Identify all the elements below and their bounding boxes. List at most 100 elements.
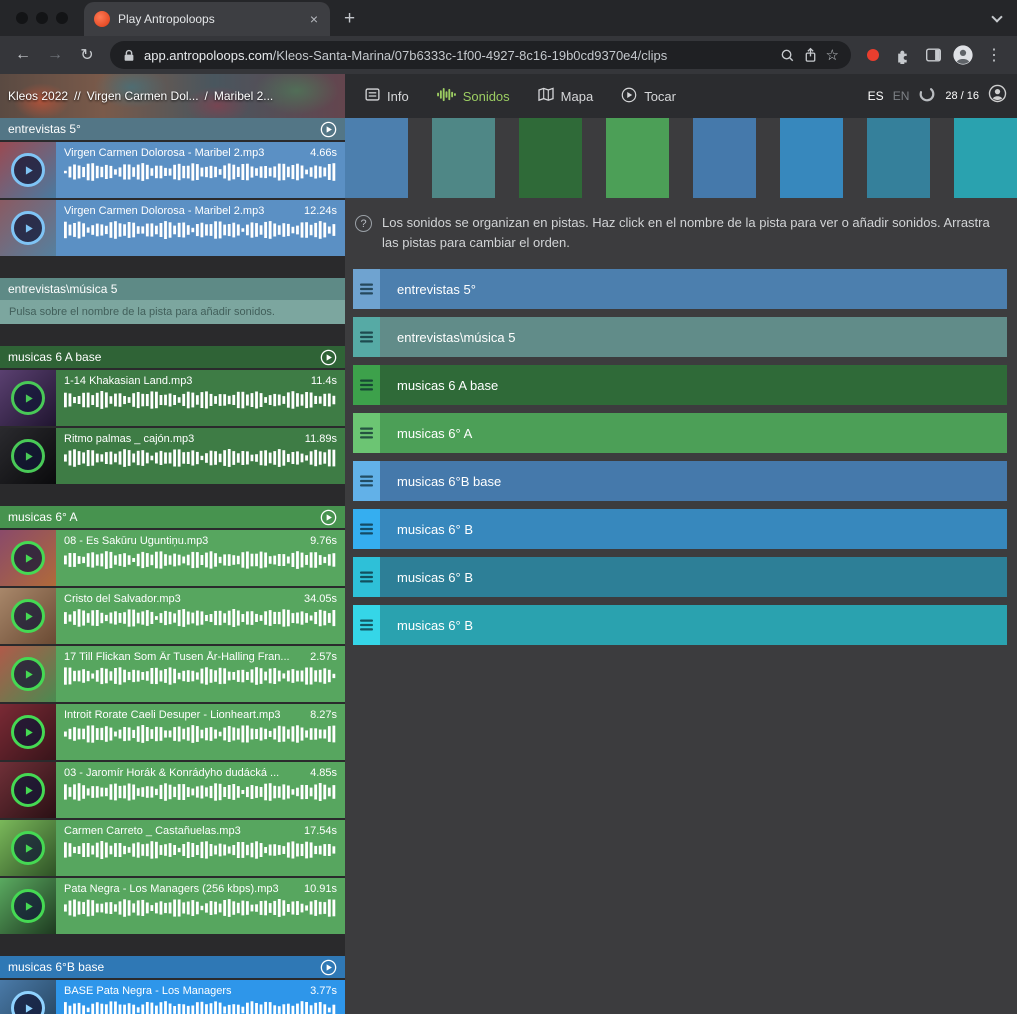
clip-row[interactable]: 1-14 Khakasian Land.mp311.4s: [0, 370, 345, 426]
track-row[interactable]: musicas 6° A: [353, 413, 1007, 453]
app-body: entrevistas 5° Virgen Carmen Dolorosa - M…: [0, 118, 1017, 1014]
address-bar[interactable]: app.antropoloops.com/Kleos-Santa-Marina/…: [110, 41, 851, 69]
clip-row[interactable]: BASE Pata Negra - Los Managers3.77s: [0, 980, 345, 1014]
track-row[interactable]: musicas 6° B: [353, 605, 1007, 645]
tab-search-chevron-icon[interactable]: [993, 16, 1001, 21]
track-section-header[interactable]: musicas 6°B base: [0, 956, 345, 978]
track-section: entrevistas\música 5Pulsa sobre el nombr…: [0, 278, 345, 324]
tab-sonidos[interactable]: Sonidos: [437, 87, 510, 105]
track-name[interactable]: entrevistas\música 5: [380, 317, 1007, 357]
clip-play-icon[interactable]: [11, 715, 45, 749]
track-color-swatch[interactable]: [954, 118, 1017, 198]
clip-play-icon[interactable]: [11, 381, 45, 415]
reload-button[interactable]: ↻: [72, 40, 102, 70]
track-section-header[interactable]: musicas 6° A: [0, 506, 345, 528]
clip-row[interactable]: Virgen Carmen Dolorosa - Maribel 2.mp34.…: [0, 142, 345, 198]
clip-row[interactable]: Cristo del Salvador.mp334.05s: [0, 588, 345, 644]
track-name[interactable]: musicas 6° B: [380, 509, 1007, 549]
clip-row[interactable]: Introit Rorate Caeli Desuper - Lionheart…: [0, 704, 345, 760]
track-section-header[interactable]: entrevistas\música 5: [0, 278, 345, 300]
clip-play-icon[interactable]: [11, 889, 45, 923]
track-row[interactable]: entrevistas\música 5: [353, 317, 1007, 357]
clip-play-icon[interactable]: [11, 439, 45, 473]
track-play-button[interactable]: [320, 509, 337, 526]
clip-title-row: Virgen Carmen Dolorosa - Maribel 2.mp34.…: [64, 147, 337, 159]
clip-play-icon[interactable]: [11, 211, 45, 245]
track-color-swatch[interactable]: [519, 118, 582, 198]
track-color-swatch[interactable]: [693, 118, 756, 198]
track-name[interactable]: musicas 6° A: [380, 413, 1007, 453]
track-name[interactable]: musicas 6° B: [380, 557, 1007, 597]
track-drag-handle[interactable]: [353, 461, 380, 501]
forward-button[interactable]: →: [40, 40, 70, 70]
track-drag-handle[interactable]: [353, 557, 380, 597]
track-drag-handle[interactable]: [353, 317, 380, 357]
track-color-swatch[interactable]: [432, 118, 495, 198]
track-drag-handle[interactable]: [353, 509, 380, 549]
track-name[interactable]: entrevistas 5°: [380, 269, 1007, 309]
clip-play-icon[interactable]: [11, 541, 45, 575]
tab-info[interactable]: Info: [365, 87, 409, 105]
breadcrumb-item[interactable]: Maribel 2...: [214, 89, 273, 103]
clip-row[interactable]: 17 Till Flickan Som Är Tusen År-Halling …: [0, 646, 345, 702]
breadcrumb-project[interactable]: Kleos 2022: [8, 89, 68, 103]
track-row[interactable]: entrevistas 5°: [353, 269, 1007, 309]
track-play-button[interactable]: [320, 121, 337, 138]
track-color-swatch[interactable]: [780, 118, 843, 198]
help-text: Los sonidos se organizan en pistas. Haz …: [382, 213, 1005, 252]
profile-avatar[interactable]: [949, 41, 977, 69]
tab-tocar[interactable]: Tocar: [621, 87, 676, 106]
side-panel-icon[interactable]: [919, 41, 947, 69]
tab-close-icon[interactable]: ×: [308, 11, 320, 27]
clip-row[interactable]: 08 - Es Sakūru Uguntiņu.mp39.76s: [0, 530, 345, 586]
track-name[interactable]: musicas 6° B: [380, 605, 1007, 645]
track-section-header[interactable]: entrevistas 5°: [0, 118, 345, 140]
track-play-button[interactable]: [320, 959, 337, 976]
clip-waveform: [64, 1000, 337, 1014]
clip-row[interactable]: 03 - Jaromír Horák & Konrádyho dudácká .…: [0, 762, 345, 818]
clip-play-icon[interactable]: [11, 657, 45, 691]
track-row[interactable]: musicas 6°B base: [353, 461, 1007, 501]
clip-row[interactable]: Virgen Carmen Dolorosa - Maribel 2.mp312…: [0, 200, 345, 256]
new-tab-button[interactable]: +: [344, 9, 355, 28]
window-zoom-button[interactable]: [56, 12, 68, 24]
track-drag-handle[interactable]: [353, 605, 380, 645]
clip-play-icon[interactable]: [11, 831, 45, 865]
back-button[interactable]: ←: [8, 40, 38, 70]
bookmark-star-icon[interactable]: ☆: [826, 46, 839, 64]
browser-tab[interactable]: Play Antropoloops ×: [84, 2, 330, 36]
track-drag-handle[interactable]: [353, 269, 380, 309]
track-section-header[interactable]: musicas 6 A base: [0, 346, 345, 368]
extension-record-icon[interactable]: [867, 49, 879, 61]
clip-play-icon[interactable]: [11, 599, 45, 633]
clip-play-icon[interactable]: [11, 991, 45, 1014]
clip-play-icon[interactable]: [11, 153, 45, 187]
share-icon[interactable]: [803, 47, 818, 63]
track-row[interactable]: musicas 6° B: [353, 557, 1007, 597]
lang-es-button[interactable]: ES: [868, 89, 884, 103]
track-color-swatch[interactable]: [867, 118, 930, 198]
lang-en-button[interactable]: EN: [893, 89, 910, 103]
clip-row[interactable]: Pata Negra - Los Managers (256 kbps).mp3…: [0, 878, 345, 934]
clip-play-icon[interactable]: [11, 773, 45, 807]
track-play-button[interactable]: [320, 349, 337, 366]
account-icon[interactable]: [988, 84, 1007, 108]
track-drag-handle[interactable]: [353, 413, 380, 453]
track-color-swatch[interactable]: [606, 118, 669, 198]
breadcrumb-remix[interactable]: Virgen Carmen Dol...: [87, 89, 199, 103]
window-minimize-button[interactable]: [36, 12, 48, 24]
track-name[interactable]: musicas 6°B base: [380, 461, 1007, 501]
track-row[interactable]: musicas 6° B: [353, 509, 1007, 549]
track-drag-handle[interactable]: [353, 365, 380, 405]
clip-row[interactable]: Ritmo palmas _ cajón.mp311.89s: [0, 428, 345, 484]
window-close-button[interactable]: [16, 12, 28, 24]
track-name[interactable]: musicas 6 A base: [380, 365, 1007, 405]
clip-row[interactable]: Carmen Carreto _ Castañuelas.mp317.54s: [0, 820, 345, 876]
track-row[interactable]: musicas 6 A base: [353, 365, 1007, 405]
zoom-icon[interactable]: [780, 48, 795, 63]
extensions-puzzle-icon[interactable]: [889, 41, 917, 69]
help-icon[interactable]: ?: [355, 215, 372, 232]
tab-mapa[interactable]: Mapa: [538, 87, 594, 105]
menu-icon[interactable]: ⋮: [979, 40, 1009, 70]
track-color-swatch[interactable]: [345, 118, 408, 198]
